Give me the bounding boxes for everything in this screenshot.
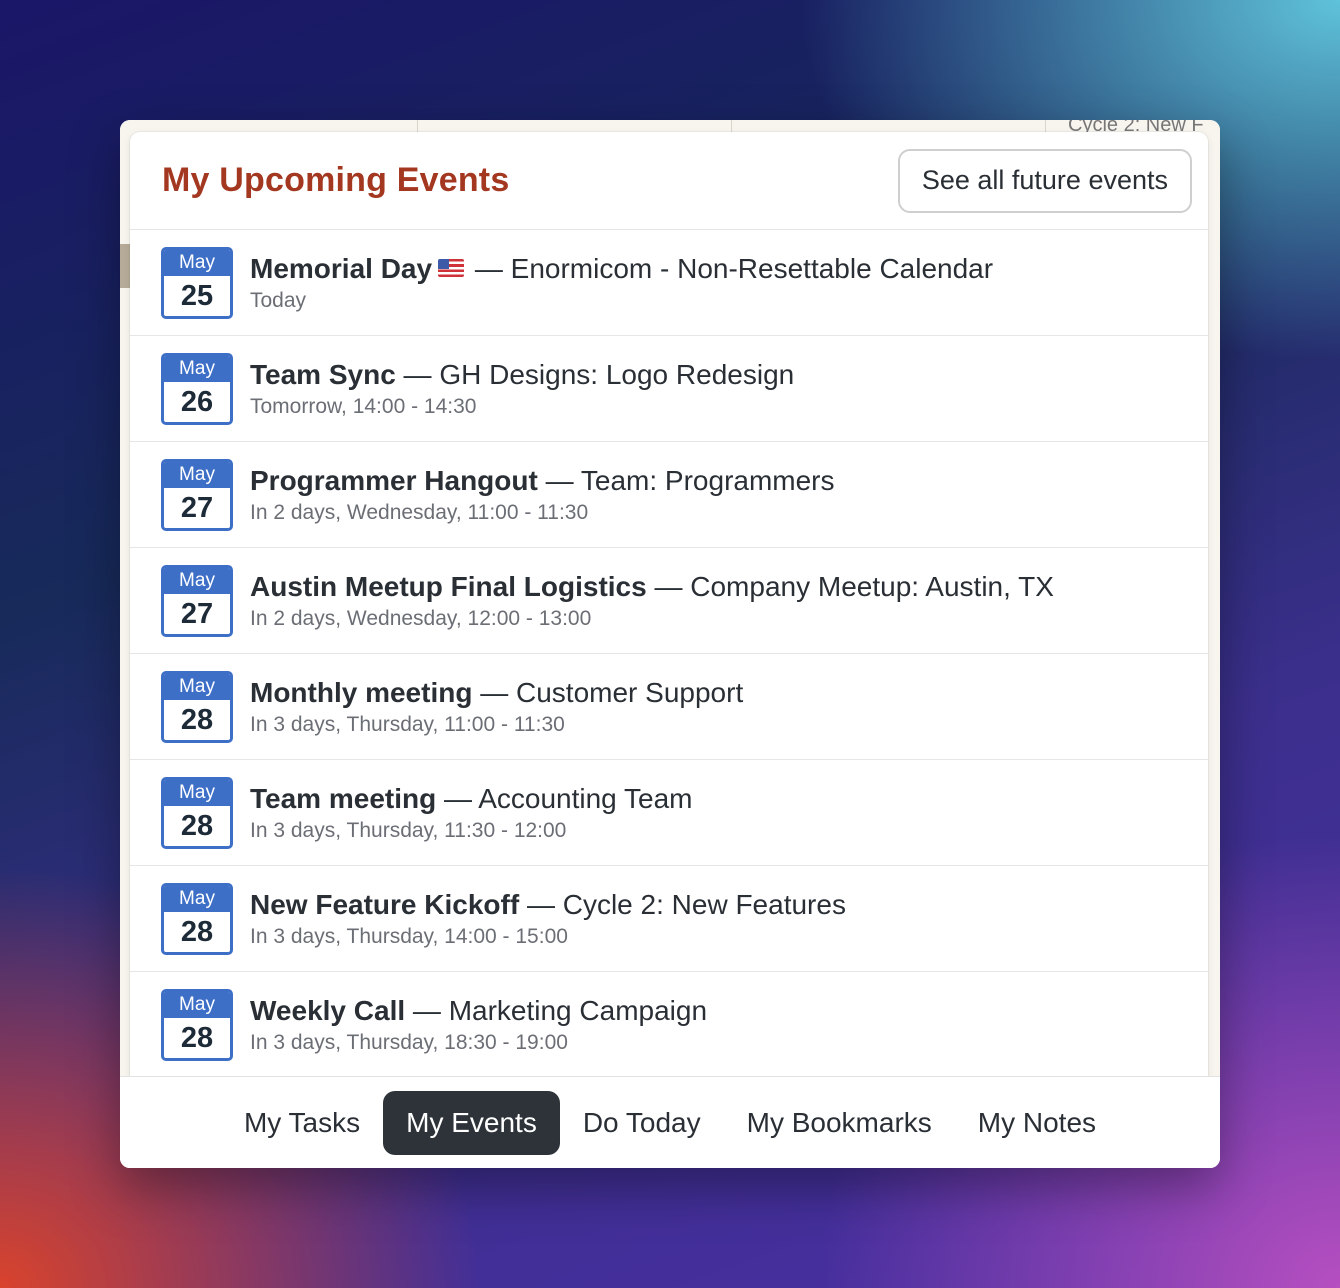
event-title-line: Team meeting — Accounting Team [250, 783, 693, 815]
event-details: Memorial Day — Enormicom - Non-Resettabl… [250, 253, 993, 313]
event-name[interactable]: Weekly Call [250, 995, 405, 1026]
event-title-line: Team Sync — GH Designs: Logo Redesign [250, 359, 794, 391]
event-name[interactable]: New Feature Kickoff [250, 889, 519, 920]
see-all-future-events-button[interactable]: See all future events [897, 148, 1192, 213]
event-details: Programmer Hangout — Team: Programmers I… [250, 465, 835, 525]
date-month: May [164, 461, 230, 488]
date-month: May [164, 779, 230, 806]
calendar-date-icon: May 28 [161, 670, 233, 743]
event-name[interactable]: Memorial Day [250, 253, 432, 284]
date-day: 28 [180, 703, 214, 736]
popup-title: My Upcoming Events [162, 161, 510, 199]
event-details: Austin Meetup Final Logistics — Company … [250, 571, 1054, 631]
date-day: 28 [180, 809, 214, 842]
event-time: In 3 days, Thursday, 11:30 - 12:00 [250, 818, 567, 842]
event-row[interactable]: May 27 Austin Meetup Final Logistics — C… [130, 548, 1208, 654]
event-name[interactable]: Programmer Hangout [250, 465, 538, 496]
event-name[interactable]: Austin Meetup Final Logistics [250, 571, 647, 602]
event-row[interactable]: May 25 Memorial Day — Enormicom - Non-Re… [130, 230, 1208, 336]
event-time: Today [250, 288, 307, 312]
date-day: 25 [180, 279, 214, 312]
tab-do-today[interactable]: Do Today [560, 1091, 724, 1155]
event-time: In 3 days, Thursday, 18:30 - 19:00 [250, 1030, 568, 1054]
event-row[interactable]: May 27 Programmer Hangout — Team: Progra… [130, 442, 1208, 548]
calendar-date-icon: May 25 [161, 246, 233, 319]
event-separator: — [467, 252, 511, 284]
date-day: 27 [180, 597, 214, 630]
date-day: 28 [180, 1021, 214, 1054]
event-group[interactable]: Accounting Team [478, 783, 692, 814]
event-row[interactable]: May 28 Weekly Call — Marketing Campaign … [130, 972, 1208, 1078]
event-row[interactable]: May 26 Team Sync — GH Designs: Logo Rede… [130, 336, 1208, 442]
date-day: 28 [180, 915, 214, 948]
tab-my-tasks[interactable]: My Tasks [221, 1091, 383, 1155]
calendar-date-icon: May 28 [161, 882, 233, 955]
event-group[interactable]: Marketing Campaign [449, 995, 707, 1026]
event-separator: — [646, 570, 691, 602]
app-window: Cycle 2: New F My Upcoming Events See al… [120, 120, 1220, 1168]
calendar-date-icon: May 28 [161, 988, 233, 1061]
event-group[interactable]: GH Designs: Logo Redesign [439, 359, 794, 390]
event-details: Weekly Call — Marketing Campaign In 3 da… [250, 995, 707, 1055]
event-separator: — [537, 464, 581, 496]
event-name[interactable]: Team Sync [250, 359, 396, 390]
event-group[interactable]: Team: Programmers [581, 465, 835, 496]
event-title-line: Monthly meeting — Customer Support [250, 677, 743, 709]
event-details: Team Sync — GH Designs: Logo Redesign To… [250, 359, 794, 419]
event-group[interactable]: Cycle 2: New Features [563, 889, 846, 920]
date-day: 26 [180, 385, 214, 418]
event-time: In 3 days, Thursday, 14:00 - 15:00 [250, 924, 568, 948]
event-group[interactable]: Enormicom - Non-Resettable Calendar [511, 253, 993, 284]
event-group[interactable]: Customer Support [516, 677, 743, 708]
us-flag-icon [438, 258, 465, 277]
tab-my-events[interactable]: My Events [383, 1090, 560, 1155]
event-row[interactable]: May 28 Monthly meeting — Customer Suppor… [130, 654, 1208, 760]
event-title-line: Memorial Day — Enormicom - Non-Resettabl… [250, 253, 993, 285]
date-month: May [164, 567, 230, 594]
tab-my-bookmarks[interactable]: My Bookmarks [724, 1091, 955, 1155]
event-separator: — [395, 358, 440, 390]
calendar-date-icon: May 27 [161, 564, 233, 637]
calendar-date-icon: May 27 [161, 458, 233, 531]
event-title-line: Weekly Call — Marketing Campaign [250, 995, 707, 1027]
tab-my-notes[interactable]: My Notes [955, 1091, 1119, 1155]
event-time: In 2 days, Wednesday, 11:00 - 11:30 [250, 500, 589, 524]
event-title-line: Programmer Hangout — Team: Programmers [250, 465, 835, 497]
event-title-line: New Feature Kickoff — Cycle 2: New Featu… [250, 889, 846, 921]
event-title-line: Austin Meetup Final Logistics — Company … [250, 571, 1054, 603]
event-details: Team meeting — Accounting Team In 3 days… [250, 783, 693, 843]
event-details: Monthly meeting — Customer Support In 3 … [250, 677, 743, 737]
event-time: In 2 days, Wednesday, 12:00 - 13:00 [250, 606, 592, 630]
date-month: May [164, 991, 230, 1018]
upcoming-events-popup: My Upcoming Events See all future events… [130, 132, 1208, 1168]
date-month: May [164, 249, 230, 276]
event-separator: — [436, 782, 479, 814]
event-details: New Feature Kickoff — Cycle 2: New Featu… [250, 889, 846, 949]
date-month: May [164, 673, 230, 700]
date-day: 27 [180, 491, 214, 524]
calendar-date-icon: May 26 [161, 352, 233, 425]
event-time: Tomorrow, 14:00 - 14:30 [250, 394, 477, 418]
event-time: In 3 days, Thursday, 11:00 - 11:30 [250, 712, 565, 736]
event-separator: — [472, 676, 517, 708]
event-row[interactable]: May 28 Team meeting — Accounting Team In… [130, 760, 1208, 866]
event-name[interactable]: Team meeting [250, 783, 436, 814]
date-month: May [164, 355, 230, 382]
popup-header: My Upcoming Events See all future events [130, 132, 1208, 230]
event-list: May 25 Memorial Day — Enormicom - Non-Re… [130, 230, 1208, 1078]
date-month: May [164, 885, 230, 912]
event-group[interactable]: Company Meetup: Austin, TX [690, 571, 1054, 602]
event-name[interactable]: Monthly meeting [250, 677, 472, 708]
calendar-date-icon: May 28 [161, 776, 233, 849]
bottom-tab-bar: My Tasks My Events Do Today My Bookmarks My … [120, 1076, 1220, 1168]
event-separator: — [405, 994, 449, 1026]
event-separator: — [519, 888, 563, 920]
event-row[interactable]: May 28 New Feature Kickoff — Cycle 2: Ne… [130, 866, 1208, 972]
